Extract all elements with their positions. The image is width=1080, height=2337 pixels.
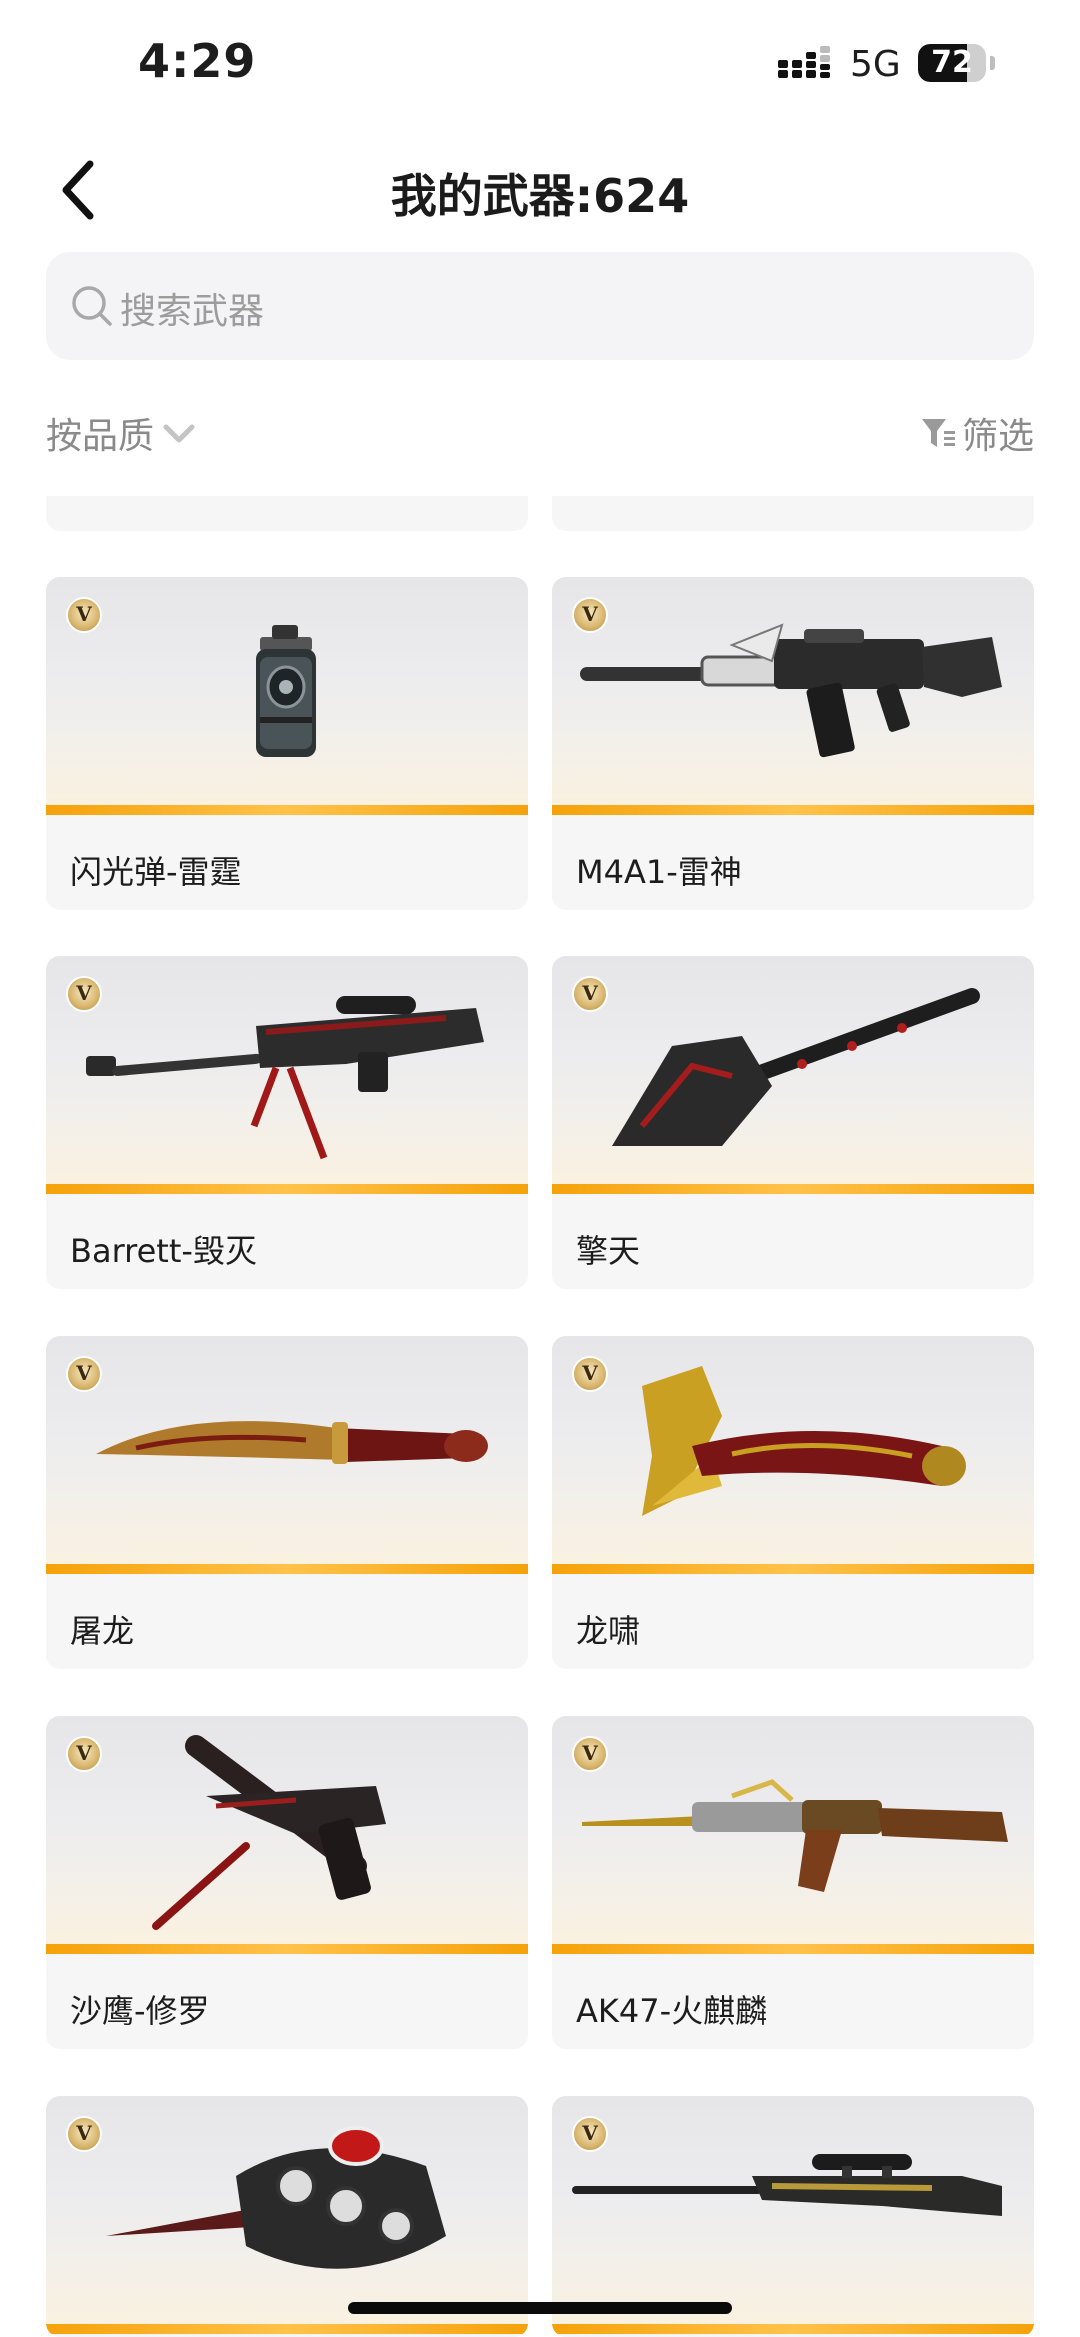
network-label: 5G	[850, 44, 901, 85]
quality-bar	[552, 805, 1034, 815]
battery-percent: 72	[931, 45, 973, 80]
battery-icon: 72	[918, 44, 986, 82]
vip-badge: V	[66, 976, 102, 1012]
weapon-image: V	[46, 1336, 528, 1574]
weapon-name: 擎天	[576, 1232, 641, 1270]
machete-icon	[96, 1421, 488, 1464]
vip-badge: V	[572, 2116, 608, 2152]
grenade-icon	[256, 625, 316, 757]
vip-badge: V	[66, 1356, 102, 1392]
search-icon	[72, 286, 112, 326]
weapon-card[interactable]: V 屠龙	[46, 1336, 528, 1669]
vip-badge: V	[572, 597, 608, 633]
weapon-name: 沙鹰-修罗	[70, 1992, 210, 2030]
chevron-down-icon	[163, 424, 195, 443]
vip-badge: V	[66, 597, 102, 633]
weapon-image: V	[46, 577, 528, 815]
status-bar: 4:29 5G 72	[0, 0, 1080, 120]
weapon-name: M4A1-雷神	[576, 853, 742, 891]
weapon-image: V	[552, 1336, 1034, 1574]
weapon-image: V	[46, 956, 528, 1194]
weapon-card[interactable]: V M4A1-雷神	[552, 577, 1034, 910]
ak47-icon	[582, 1779, 1008, 1892]
sort-label: 按品质	[46, 416, 155, 457]
sniper-rifle-icon	[86, 996, 484, 1160]
quality-bar	[552, 2324, 1034, 2334]
weapon-image: V	[552, 2096, 1034, 2334]
weapon-card[interactable]: V 闪光弹-雷霆	[46, 577, 528, 910]
home-indicator[interactable]	[348, 2302, 732, 2314]
weapon-image: V	[552, 956, 1034, 1194]
weapon-card[interactable]: V AK47-火麒麟	[552, 1716, 1034, 2049]
search-placeholder: 搜索武器	[120, 291, 265, 332]
weapon-name: Barrett-毁灭	[70, 1232, 257, 1270]
weapon-card[interactable]: V	[552, 2096, 1034, 2337]
vip-badge: V	[572, 976, 608, 1012]
quality-bar	[46, 1564, 528, 1574]
weapon-name: 闪光弹-雷霆	[70, 853, 242, 891]
vip-badge: V	[572, 1356, 608, 1392]
weapon-card[interactable]: V 沙鹰-修罗	[46, 1716, 528, 2049]
quality-bar	[46, 805, 528, 815]
weapon-image: V	[46, 2096, 528, 2334]
quality-bar	[46, 1944, 528, 1954]
pistol-icon	[152, 1735, 386, 1930]
signal-icon	[778, 46, 830, 78]
filter-label: 筛选	[961, 416, 1034, 457]
dragon-axe-icon	[642, 1366, 966, 1516]
quality-bar	[552, 1944, 1034, 1954]
weapon-image: V	[552, 1716, 1034, 1954]
filter-button[interactable]: 筛选	[920, 408, 1034, 458]
weapon-card[interactable]: V 龙啸	[552, 1336, 1034, 1669]
weapon-name: AK47-火麒麟	[576, 1992, 768, 2030]
weapon-card[interactable]: V Barrett-毁灭	[46, 956, 528, 1289]
assault-rifle-icon	[580, 623, 1002, 758]
vip-badge: V	[66, 2116, 102, 2152]
filter-icon	[921, 419, 955, 447]
battery-nub	[990, 56, 995, 70]
weapon-image: V	[552, 577, 1034, 815]
weapon-card-partial[interactable]	[46, 496, 528, 531]
weapon-card-partial[interactable]	[552, 496, 1034, 531]
vip-badge: V	[66, 1736, 102, 1772]
weapon-card[interactable]: V 擎天	[552, 956, 1034, 1289]
knuckle-blade-icon	[106, 2126, 446, 2269]
weapon-name: 龙啸	[576, 1612, 641, 1650]
status-time: 4:29	[138, 34, 257, 88]
weapon-card[interactable]: V	[46, 2096, 528, 2337]
search-input[interactable]: 搜索武器	[46, 252, 1034, 360]
sort-by-quality-button[interactable]: 按品质	[46, 408, 196, 458]
quality-bar	[552, 1184, 1034, 1194]
shovel-icon	[612, 988, 980, 1146]
vip-badge: V	[572, 1736, 608, 1772]
quality-bar	[46, 1184, 528, 1194]
quality-bar	[46, 2324, 528, 2334]
page-title: 我的武器:624	[390, 169, 690, 223]
awp-rifle-icon	[572, 2154, 1002, 2216]
weapon-name: 屠龙	[70, 1612, 135, 1650]
weapon-image: V	[46, 1716, 528, 1954]
quality-bar	[552, 1564, 1034, 1574]
